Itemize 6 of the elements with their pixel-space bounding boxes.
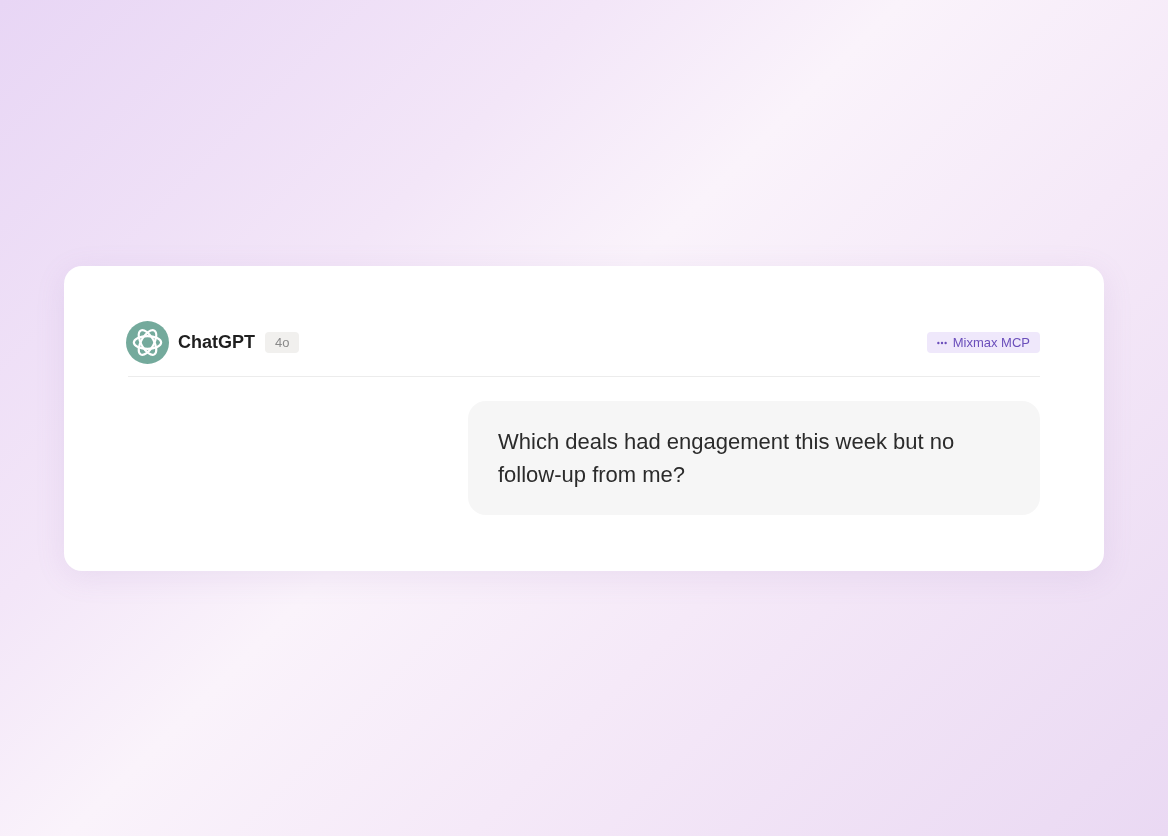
dots-icon xyxy=(936,340,947,345)
model-tag: 4o xyxy=(265,332,300,353)
assistant-name: ChatGPT xyxy=(178,332,255,353)
integration-tag: Mixmax MCP xyxy=(926,332,1040,353)
rings-logo-icon xyxy=(126,321,169,364)
message-text: Which deals had engagement this week but no follow-up from me? xyxy=(498,429,955,487)
